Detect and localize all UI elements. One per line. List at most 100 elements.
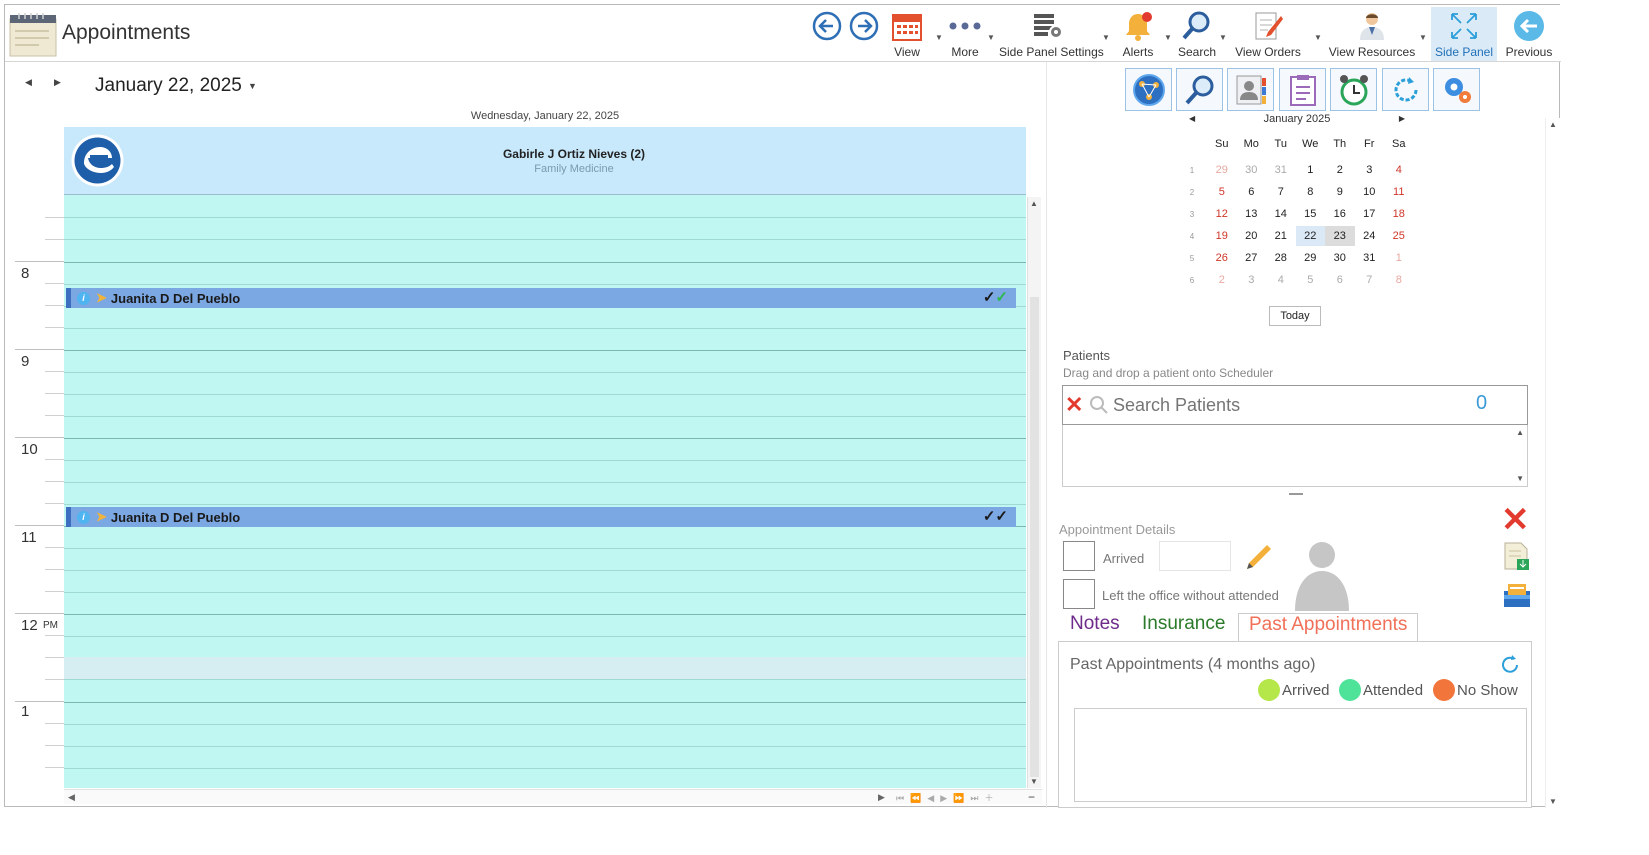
calendar-day[interactable]: 2	[1325, 160, 1355, 180]
tab-insurance[interactable]: Insurance	[1142, 613, 1225, 635]
splitter-grip[interactable]	[1289, 493, 1303, 495]
calendar-day[interactable]: 8	[1384, 270, 1414, 290]
scroll-down-arrow[interactable]: ▼	[1030, 777, 1038, 786]
inbox-tray-icon[interactable]	[1502, 581, 1532, 614]
arrived-checkbox[interactable]	[1063, 541, 1095, 571]
today-button[interactable]: Today	[1269, 306, 1321, 326]
calendar-day[interactable]: 23	[1325, 226, 1355, 246]
calendar-day[interactable]: 6	[1325, 270, 1355, 290]
scheduler-vertical-scrollbar[interactable]: ▲ ▼	[1027, 197, 1041, 788]
more-dropdown-caret[interactable]: ▼	[987, 33, 995, 42]
scheduler-date-heading[interactable]: January 22, 2025	[95, 75, 242, 97]
left-office-checkbox[interactable]	[1063, 579, 1095, 609]
side-scroll-down[interactable]: ▼	[1549, 797, 1557, 806]
calendar-day[interactable]: 4	[1384, 160, 1414, 180]
calendar-day[interactable]: 29	[1207, 160, 1237, 180]
side-panel-scrollbar[interactable]: ▲ ▼	[1545, 118, 1561, 808]
view-resources-button[interactable]: View Resources	[1327, 7, 1417, 61]
mini-cal-prev-arrow[interactable]: ◀	[1189, 114, 1195, 123]
calendar-day[interactable]: 21	[1266, 226, 1296, 246]
date-dropdown-caret[interactable]: ▼	[248, 81, 257, 91]
find-button[interactable]	[1176, 68, 1223, 111]
calendar-day[interactable]: 13	[1237, 204, 1267, 224]
resources-dropdown-caret[interactable]: ▼	[1419, 33, 1427, 42]
delete-x-icon[interactable]: ✕	[1501, 503, 1530, 537]
calendar-day[interactable]: 3	[1237, 270, 1267, 290]
calendar-day[interactable]: 7	[1266, 182, 1296, 202]
alerts-button[interactable]: Alerts	[1118, 7, 1158, 61]
document-download-icon[interactable]	[1503, 541, 1531, 576]
side-panel-settings-button[interactable]: Side Panel Settings	[999, 7, 1104, 61]
calendar-day[interactable]: 10	[1355, 182, 1385, 202]
patient-search-input[interactable]	[1113, 392, 1453, 418]
calendar-day[interactable]: 26	[1207, 248, 1237, 268]
view-dropdown-caret[interactable]: ▼	[935, 33, 943, 42]
info-icon[interactable]: i	[77, 510, 90, 524]
zoom-out-button[interactable]: −	[1028, 790, 1035, 804]
calendar-day[interactable]: 28	[1266, 248, 1296, 268]
mini-cal-next-arrow[interactable]: ▶	[1399, 114, 1405, 123]
view-button[interactable]: View	[885, 7, 929, 61]
calendar-day[interactable]: 30	[1325, 248, 1355, 268]
alerts-dropdown-caret[interactable]: ▼	[1164, 33, 1172, 42]
view-orders-button[interactable]: View Orders	[1233, 7, 1303, 61]
scheduler-horizontal-scrollbar[interactable]: ◀ ▶ ⏮⏪◀▶⏩⏭＋ −	[64, 789, 1042, 804]
calendar-day[interactable]: 19	[1207, 226, 1237, 246]
scroll-left-arrow[interactable]: ◀	[68, 792, 75, 803]
reload-icon[interactable]	[1499, 654, 1521, 681]
contact-card-button[interactable]	[1227, 68, 1274, 111]
list-scroll-up[interactable]: ▲	[1516, 428, 1524, 437]
scheduler-grid[interactable]: i ➤ Juanita D Del Pueblo ✓✓ i ➤ Juanita …	[64, 195, 1026, 788]
calendar-day[interactable]: 5	[1296, 270, 1326, 290]
calendar-day[interactable]: 6	[1237, 182, 1267, 202]
calendar-day[interactable]: 25	[1384, 226, 1414, 246]
calendar-day[interactable]: 27	[1237, 248, 1267, 268]
search-dropdown-caret[interactable]: ▼	[1219, 33, 1227, 42]
side-scroll-up[interactable]: ▲	[1549, 120, 1557, 129]
next-day-arrow[interactable]: ▶	[54, 77, 61, 88]
previous-button[interactable]: Previous	[1500, 7, 1558, 61]
calendar-day[interactable]: 31	[1355, 248, 1385, 268]
calendar-day[interactable]: 11	[1384, 182, 1414, 202]
navigation-buttons[interactable]: ⏮⏪◀▶⏩⏭＋	[896, 791, 999, 804]
calendar-day[interactable]: 12	[1207, 204, 1237, 224]
scroll-thumb[interactable]	[1030, 297, 1039, 777]
calendar-day[interactable]: 20	[1237, 226, 1267, 246]
arrived-time-field[interactable]	[1159, 541, 1231, 571]
more-button[interactable]: More	[945, 7, 985, 61]
patient-list[interactable]: ▲ ▼	[1062, 425, 1528, 487]
resource-header[interactable]: Gabirle J Ortiz Nieves (2) Family Medici…	[64, 127, 1026, 195]
calendar-day[interactable]: 15	[1296, 204, 1326, 224]
tab-notes[interactable]: Notes	[1070, 613, 1120, 635]
calendar-day[interactable]: 2	[1207, 270, 1237, 290]
calendar-day[interactable]: 7	[1355, 270, 1385, 290]
past-appointments-list[interactable]	[1074, 708, 1527, 802]
forward-arrow-button[interactable]	[848, 7, 880, 61]
calendar-day[interactable]: 3	[1355, 160, 1385, 180]
appointment-item[interactable]: i ➤ Juanita D Del Pueblo ✓✓	[66, 288, 1016, 308]
calendar-day[interactable]: 5	[1207, 182, 1237, 202]
calendar-day[interactable]: 31	[1266, 160, 1296, 180]
back-arrow-button[interactable]	[811, 7, 843, 61]
orders-dropdown-caret[interactable]: ▼	[1314, 33, 1322, 42]
checklist-button[interactable]	[1279, 68, 1326, 111]
side-panel-button[interactable]: Side Panel	[1431, 7, 1497, 61]
calendar-day[interactable]: 14	[1266, 204, 1296, 224]
calendar-day[interactable]: 24	[1355, 226, 1385, 246]
appointment-item[interactable]: i ➤ Juanita D Del Pueblo ✓✓	[66, 507, 1016, 527]
settings-gears-button[interactable]	[1433, 68, 1480, 111]
calendar-day[interactable]: 1	[1296, 160, 1326, 180]
globe-network-button[interactable]	[1125, 68, 1172, 111]
clear-search-icon[interactable]: ✕	[1065, 392, 1083, 418]
calendar-day[interactable]: 16	[1325, 204, 1355, 224]
calendar-day[interactable]: 17	[1355, 204, 1385, 224]
scroll-up-arrow[interactable]: ▲	[1030, 199, 1038, 208]
info-icon[interactable]: i	[77, 291, 90, 305]
tab-past-appointments[interactable]: Past Appointments	[1238, 613, 1419, 643]
calendar-day[interactable]: 30	[1237, 160, 1267, 180]
calendar-day[interactable]: 1	[1384, 248, 1414, 268]
calendar-day[interactable]: 8	[1296, 182, 1326, 202]
alarm-clock-button[interactable]	[1330, 68, 1377, 111]
prev-day-arrow[interactable]: ◀	[25, 77, 32, 88]
refresh-button[interactable]	[1382, 68, 1429, 111]
